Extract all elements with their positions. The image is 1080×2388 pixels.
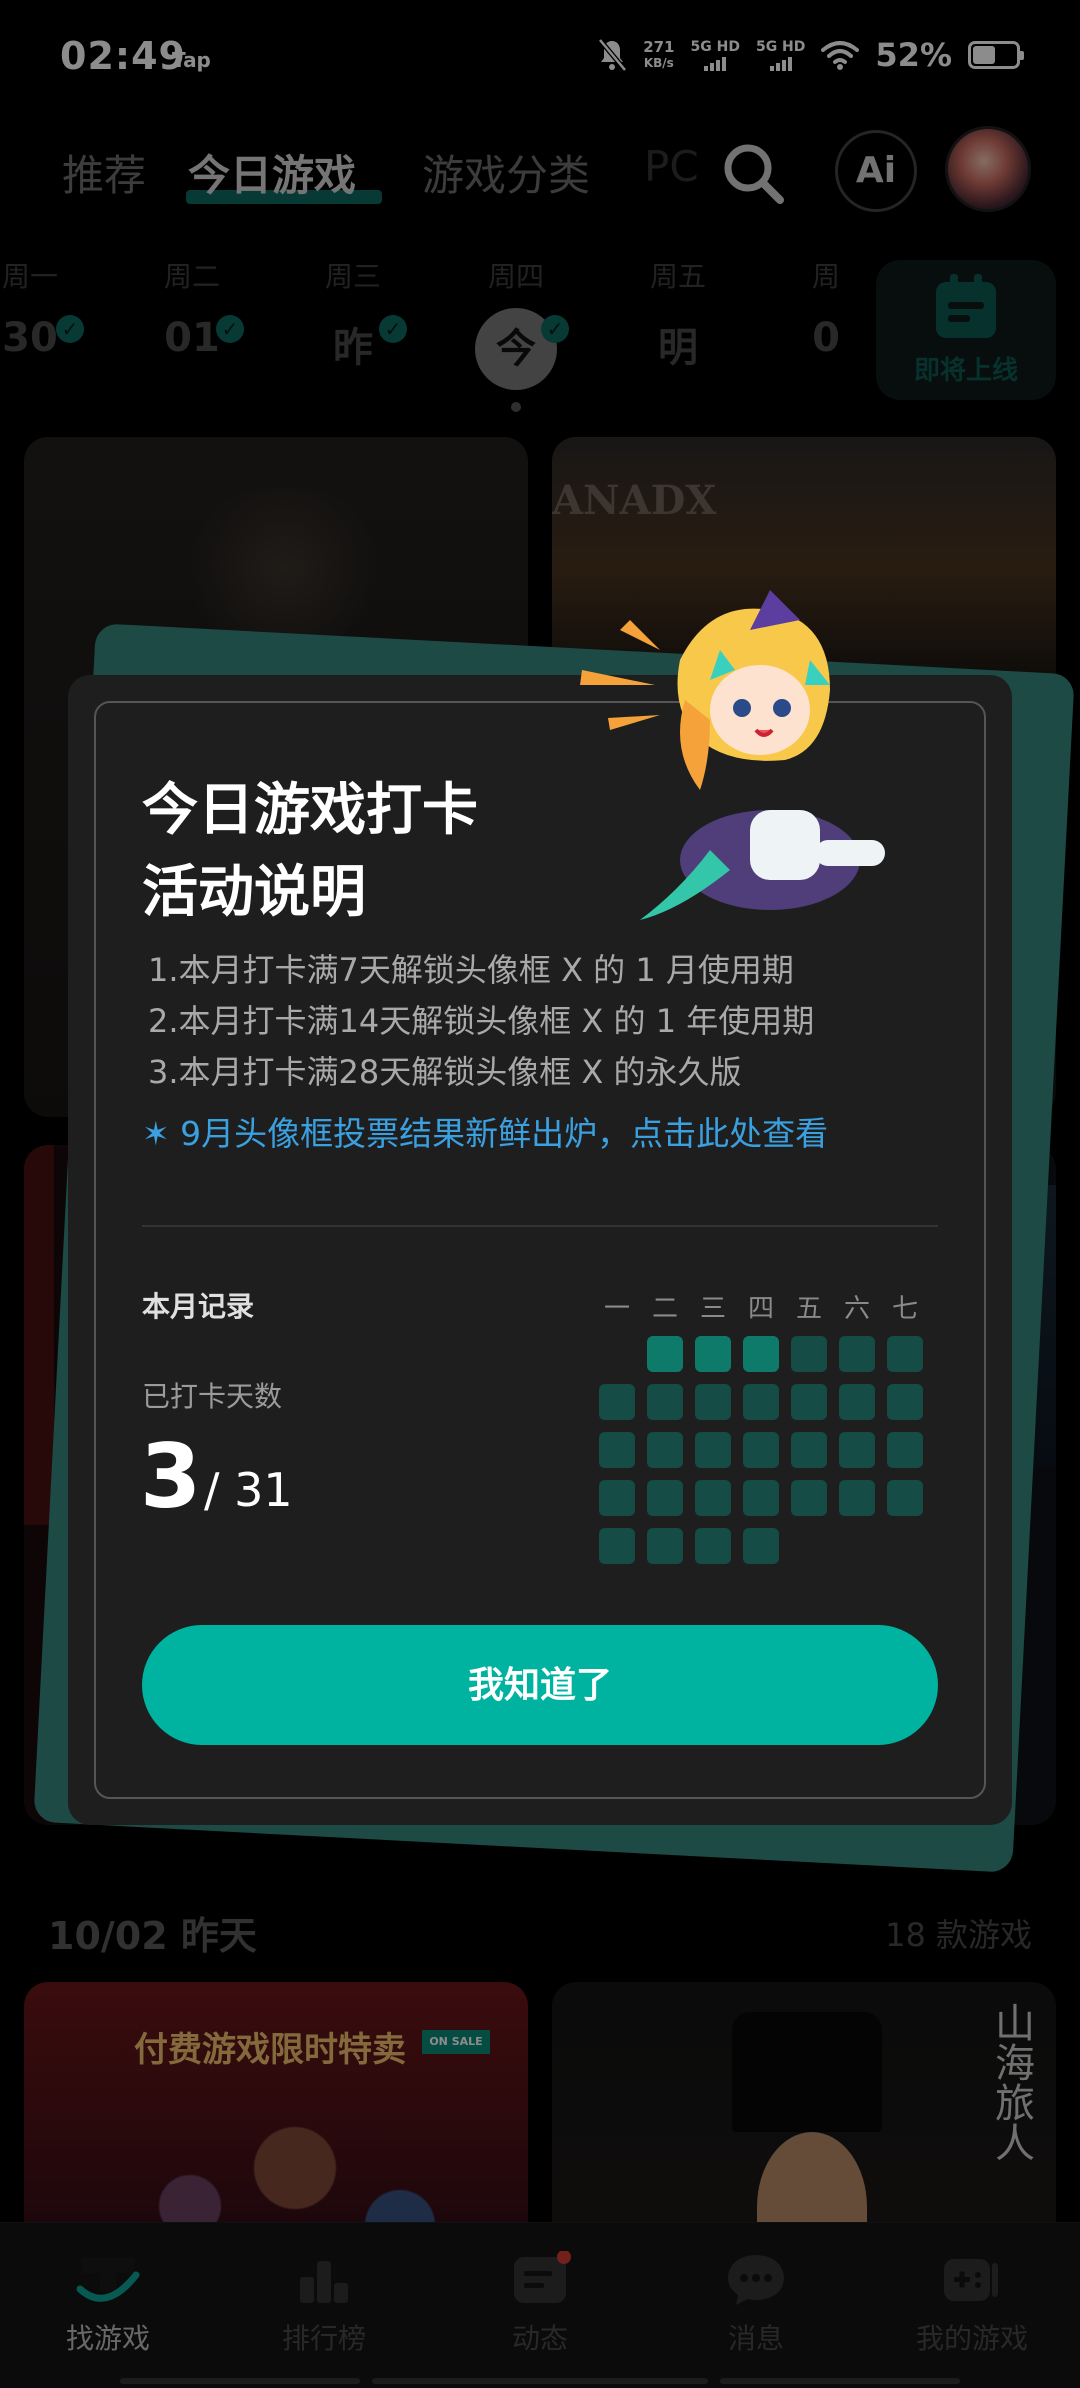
burst-lines xyxy=(580,620,660,730)
calendar-day xyxy=(791,1432,827,1468)
calendar-day xyxy=(743,1384,779,1420)
calendar-day xyxy=(839,1480,875,1516)
calendar-day-checked xyxy=(695,1336,731,1372)
month-record-label: 本月记录 xyxy=(142,1290,255,1323)
weekday-label: 一 xyxy=(603,1294,630,1324)
calendar-day xyxy=(695,1432,731,1468)
calendar-day xyxy=(599,1384,635,1420)
calendar-day xyxy=(839,1336,875,1372)
weekday-label: 七 xyxy=(891,1294,918,1324)
calendar-day xyxy=(599,1528,635,1564)
weekday-label: 四 xyxy=(747,1294,774,1324)
divider xyxy=(142,1225,938,1227)
weekday-label: 三 xyxy=(699,1294,726,1324)
rule-item: 2.本月打卡满14天解锁头像框 X 的 1 年使用期 xyxy=(148,1002,815,1040)
calendar-day xyxy=(599,1432,635,1468)
calendar-day xyxy=(695,1528,731,1564)
calendar-day xyxy=(791,1384,827,1420)
days-total: / 31 xyxy=(204,1463,293,1517)
rule-item: 1.本月打卡满7天解锁头像框 X 的 1 月使用期 xyxy=(148,951,794,989)
weekday-label: 五 xyxy=(795,1294,822,1324)
calendar-day xyxy=(695,1384,731,1420)
calendar-day xyxy=(647,1528,683,1564)
calendar-day xyxy=(743,1480,779,1516)
calendar-day xyxy=(647,1480,683,1516)
calendar-day xyxy=(599,1480,635,1516)
got-it-button[interactable]: 我知道了 xyxy=(142,1625,938,1745)
calendar-day xyxy=(887,1384,923,1420)
calendar-day xyxy=(839,1432,875,1468)
calendar-day xyxy=(839,1384,875,1420)
calendar-day xyxy=(887,1432,923,1468)
weekday-label: 二 xyxy=(651,1294,678,1324)
rules-list: 1.本月打卡满7天解锁头像框 X 的 1 月使用期 2.本月打卡满14天解锁头像… xyxy=(148,945,814,1098)
weekday-label: 六 xyxy=(843,1294,870,1324)
vote-result-link[interactable]: ✶ 9月头像框投票结果新鲜出炉，点击此处查看 xyxy=(142,1107,828,1155)
calendar-day xyxy=(647,1432,683,1468)
checked-days-label: 已打卡天数 xyxy=(142,1380,283,1413)
calendar-day xyxy=(743,1528,779,1564)
calendar-day xyxy=(743,1432,779,1468)
calendar-day xyxy=(887,1336,923,1372)
mascot-illustration xyxy=(580,590,885,920)
modal-title: 今日游戏打卡 活动说明 xyxy=(142,778,478,925)
calendar-day xyxy=(887,1480,923,1516)
rule-item: 3.本月打卡满28天解锁头像框 X 的永久版 xyxy=(148,1053,742,1091)
calendar-day-checked xyxy=(647,1336,683,1372)
calendar-day-checked xyxy=(743,1336,779,1372)
calendar-day xyxy=(791,1336,827,1372)
checked-days-count: 3 xyxy=(140,1425,202,1528)
calendar-day xyxy=(791,1480,827,1516)
calendar-day xyxy=(695,1480,731,1516)
calendar-day xyxy=(647,1384,683,1420)
